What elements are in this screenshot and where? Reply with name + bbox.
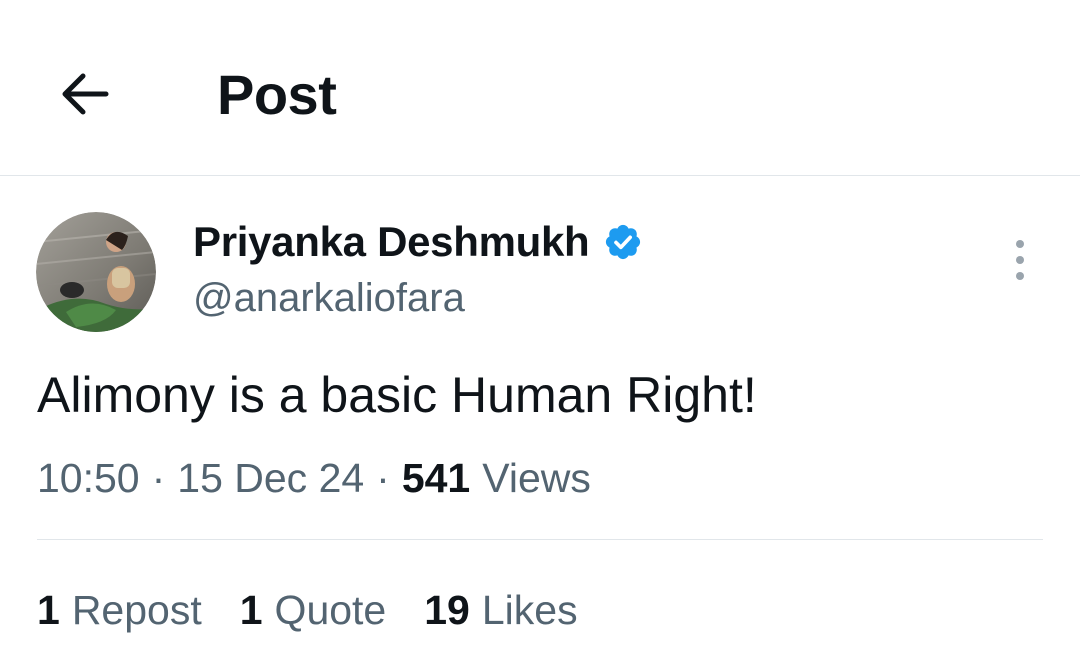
reposts-label: Repost [71,587,202,633]
page-title: Post [217,63,337,126]
views-count[interactable]: 541 [402,452,470,504]
tweet-meta: 10:50 · 15 Dec 24 · 541 Views [37,452,591,504]
likes-stat[interactable]: 19 Likes [424,584,577,636]
quotes-count: 1 [239,587,263,633]
tweet-time[interactable]: 10:50 [37,452,140,504]
likes-label: Likes [481,587,578,633]
author-display-name[interactable]: Priyanka Deshmukh [193,216,590,268]
more-dot-icon [1016,272,1024,280]
more-dot-icon [1016,240,1024,248]
quotes-stat[interactable]: 1 Quote [240,584,387,636]
post-page: Post Priyanka Deshmukh @anarkaliofara Al… [0,0,1080,667]
engagement-stats: 1 Repost 1 Quote 19 Likes [37,584,616,636]
reposts-stat[interactable]: 1 Repost [37,584,202,636]
header-divider [0,175,1080,176]
meta-divider [37,539,1043,540]
more-options-button[interactable] [1000,236,1040,284]
back-button[interactable] [52,62,116,126]
author-name-row: Priyanka Deshmukh [193,216,643,268]
meta-separator: · [376,455,390,501]
quotes-label: Quote [274,587,387,633]
reposts-count: 1 [37,587,60,633]
tweet-date[interactable]: 15 Dec 24 [177,452,364,504]
more-dot-icon [1016,256,1024,264]
meta-separator: · [151,455,166,501]
author-handle[interactable]: @anarkaliofara [193,274,465,322]
top-bar: Post [0,0,1080,176]
avatar-photo [36,212,156,332]
tweet-text: Alimony is a basic Human Right! [37,367,757,423]
likes-count: 19 [424,587,470,633]
avatar[interactable] [36,212,156,332]
arrow-left-icon [62,73,109,115]
verified-badge-icon[interactable] [603,222,643,262]
views-label[interactable]: Views [482,452,591,504]
